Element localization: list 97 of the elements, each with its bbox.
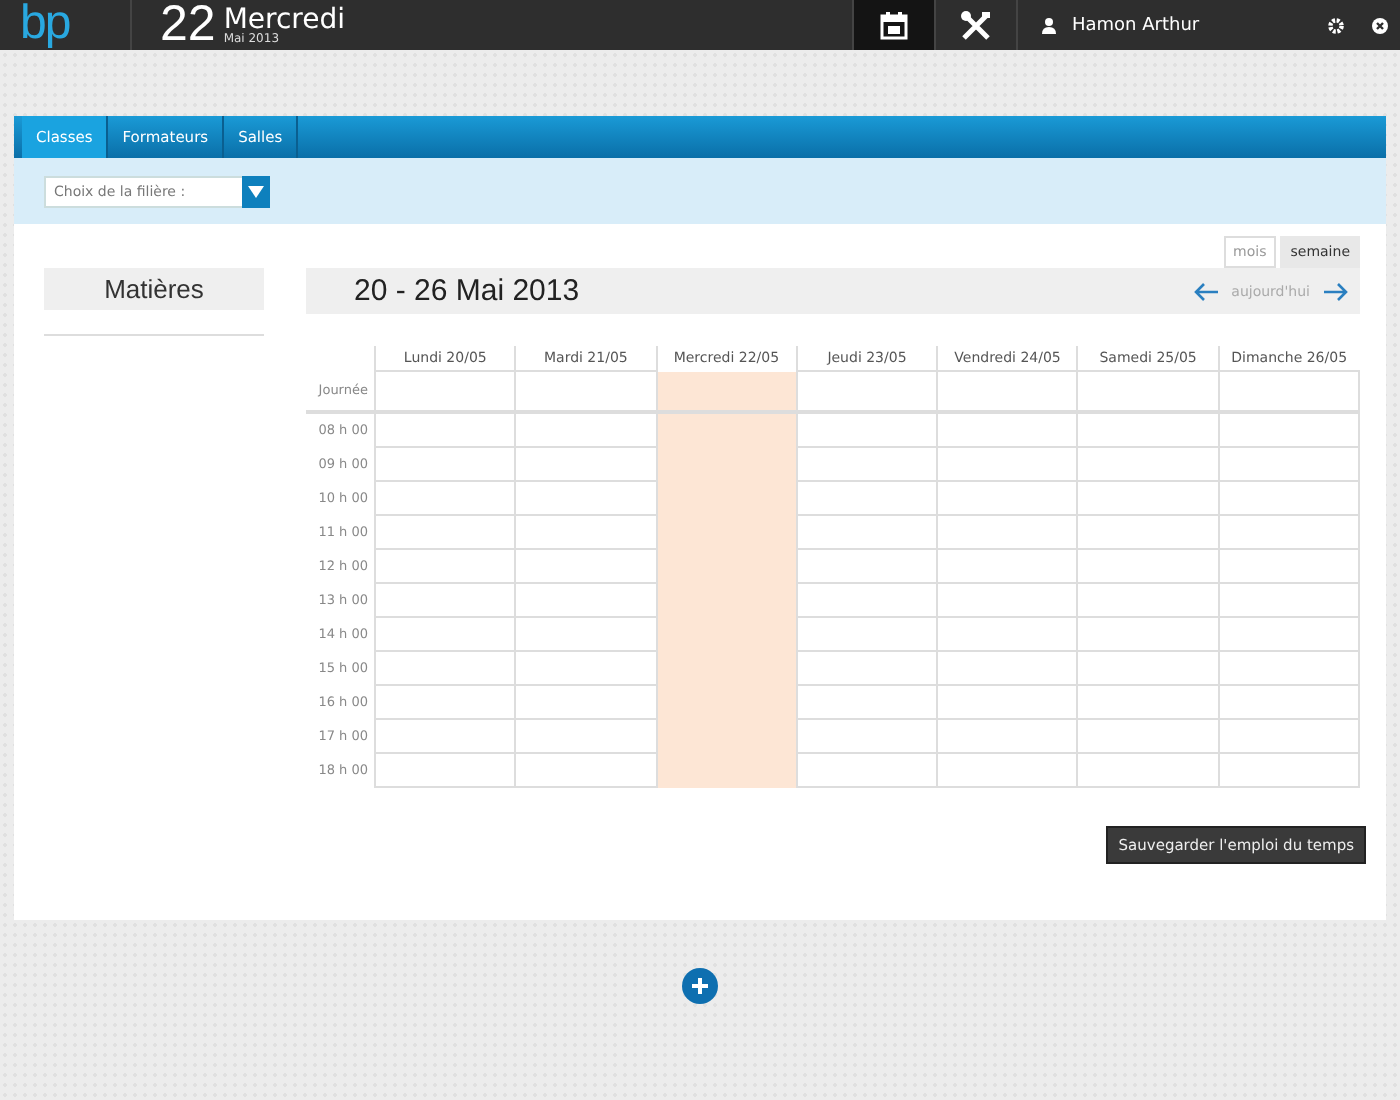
- calendar-cell[interactable]: [375, 583, 516, 617]
- calendar-cell[interactable]: [1077, 481, 1219, 515]
- next-button[interactable]: [1322, 281, 1348, 301]
- dropdown-button[interactable]: [242, 175, 270, 207]
- calendar-cell[interactable]: [1077, 583, 1219, 617]
- calendar-cell[interactable]: [937, 371, 1078, 412]
- calendar-cell[interactable]: [937, 549, 1078, 583]
- calendar-cell[interactable]: [937, 412, 1078, 447]
- calendar-cell[interactable]: [796, 685, 938, 719]
- calendar-cell[interactable]: [1218, 515, 1359, 549]
- calendar-cell[interactable]: [1218, 685, 1359, 719]
- calendar-cell[interactable]: [1077, 651, 1219, 685]
- calendar-cell[interactable]: [1218, 651, 1359, 685]
- calendar-cell[interactable]: [796, 719, 938, 753]
- calendar-cell[interactable]: [937, 481, 1078, 515]
- calendar-cell[interactable]: [796, 617, 938, 651]
- calendar-cell[interactable]: [375, 371, 516, 412]
- calendar-cell[interactable]: [1077, 515, 1219, 549]
- calendar-cell[interactable]: [515, 617, 657, 651]
- calendar-cell[interactable]: [1077, 549, 1219, 583]
- calendar-cell[interactable]: [515, 583, 657, 617]
- close-button[interactable]: [1372, 17, 1388, 33]
- calendar-cell[interactable]: [375, 685, 516, 719]
- calendar-cell[interactable]: [1077, 617, 1219, 651]
- calendar-cell[interactable]: [515, 481, 657, 515]
- left-arrow-icon: [1193, 281, 1220, 301]
- calendar-cell[interactable]: [375, 651, 516, 685]
- user-icon: [1042, 17, 1056, 33]
- calendar-cell[interactable]: [515, 371, 657, 412]
- calendar-cell[interactable]: [515, 719, 657, 753]
- calendar-cell[interactable]: [375, 515, 516, 549]
- calendar-cell[interactable]: [515, 515, 657, 549]
- calendar-cell[interactable]: [375, 447, 516, 481]
- calendar-cell[interactable]: [1077, 447, 1219, 481]
- week-title: 20 - 26 Mai 2013: [354, 274, 582, 308]
- calendar-cell[interactable]: [1077, 685, 1219, 719]
- calendar-cell[interactable]: [1218, 753, 1359, 787]
- calendar-cell[interactable]: [1218, 583, 1359, 617]
- calendar-cell[interactable]: [1077, 412, 1219, 447]
- calendar-cell[interactable]: [796, 481, 938, 515]
- calendar-cell[interactable]: [656, 412, 797, 447]
- calendar-cell[interactable]: [796, 651, 938, 685]
- calendar-cell[interactable]: [375, 617, 516, 651]
- calendar-cell[interactable]: [937, 583, 1078, 617]
- close-icon: [1372, 17, 1388, 33]
- calendar-cell[interactable]: [515, 412, 657, 447]
- user-name: Hamon Arthur: [1072, 15, 1202, 35]
- calendar-icon: [880, 11, 908, 39]
- calendar-cell[interactable]: [937, 447, 1078, 481]
- right-arrow-icon: [1322, 281, 1348, 301]
- calendar-cell[interactable]: [796, 412, 938, 447]
- calendar-cell[interactable]: [375, 481, 516, 515]
- logo: bp: [0, 0, 132, 50]
- calendar-cell[interactable]: [796, 753, 938, 787]
- calendar-cell[interactable]: [515, 447, 657, 481]
- calendar-cell[interactable]: [656, 371, 797, 412]
- calendar-cell[interactable]: [1218, 447, 1359, 481]
- caret-icon: [248, 185, 264, 197]
- calendar-cell[interactable]: [1218, 719, 1359, 753]
- subjects-heading: Matières: [44, 268, 264, 310]
- calendar-cell[interactable]: [937, 617, 1078, 651]
- calendar-cell[interactable]: [796, 549, 938, 583]
- calendar-cell[interactable]: [375, 719, 516, 753]
- previous-button[interactable]: [1193, 281, 1220, 301]
- calendar-cell[interactable]: [375, 753, 516, 787]
- nav-button[interactable]: [852, 0, 934, 50]
- calendar-cell[interactable]: [937, 719, 1078, 753]
- calendar-cell[interactable]: [937, 685, 1078, 719]
- calendar-cell[interactable]: [515, 549, 657, 583]
- add-button[interactable]: [682, 968, 718, 1004]
- calendar-cell[interactable]: [515, 753, 657, 787]
- calendar-cell[interactable]: [1218, 412, 1359, 447]
- calendar-cell[interactable]: [1218, 617, 1359, 651]
- calendar-cell[interactable]: [515, 651, 657, 685]
- calendar-cell[interactable]: [937, 753, 1078, 787]
- day-number: 22: [160, 0, 216, 50]
- calendar-cell[interactable]: [375, 549, 516, 583]
- calendar-cell[interactable]: [1218, 549, 1359, 583]
- calendar-cell[interactable]: [796, 515, 938, 549]
- calendar-cell[interactable]: [656, 753, 797, 787]
- calendar-cell[interactable]: [1218, 371, 1359, 412]
- calendar-cell[interactable]: [937, 515, 1078, 549]
- tools-icon: [960, 9, 992, 41]
- settings-icon: [1328, 17, 1344, 33]
- calendar-cell[interactable]: [1077, 753, 1219, 787]
- calendar-cell[interactable]: [1077, 371, 1219, 412]
- calendar-cell[interactable]: [515, 685, 657, 719]
- calendar-cell[interactable]: [796, 447, 938, 481]
- calendar-cell[interactable]: [375, 412, 516, 447]
- calendar-cell[interactable]: [796, 371, 938, 412]
- calendar-cell[interactable]: [1218, 481, 1359, 515]
- calendar-cell[interactable]: [1077, 719, 1219, 753]
- calendar-cell[interactable]: [796, 583, 938, 617]
- weekday: Mercredi: [223, 5, 345, 33]
- calendar-cell[interactable]: [937, 651, 1078, 685]
- plus-icon: [682, 968, 718, 1004]
- settings-button[interactable]: [1328, 17, 1344, 33]
